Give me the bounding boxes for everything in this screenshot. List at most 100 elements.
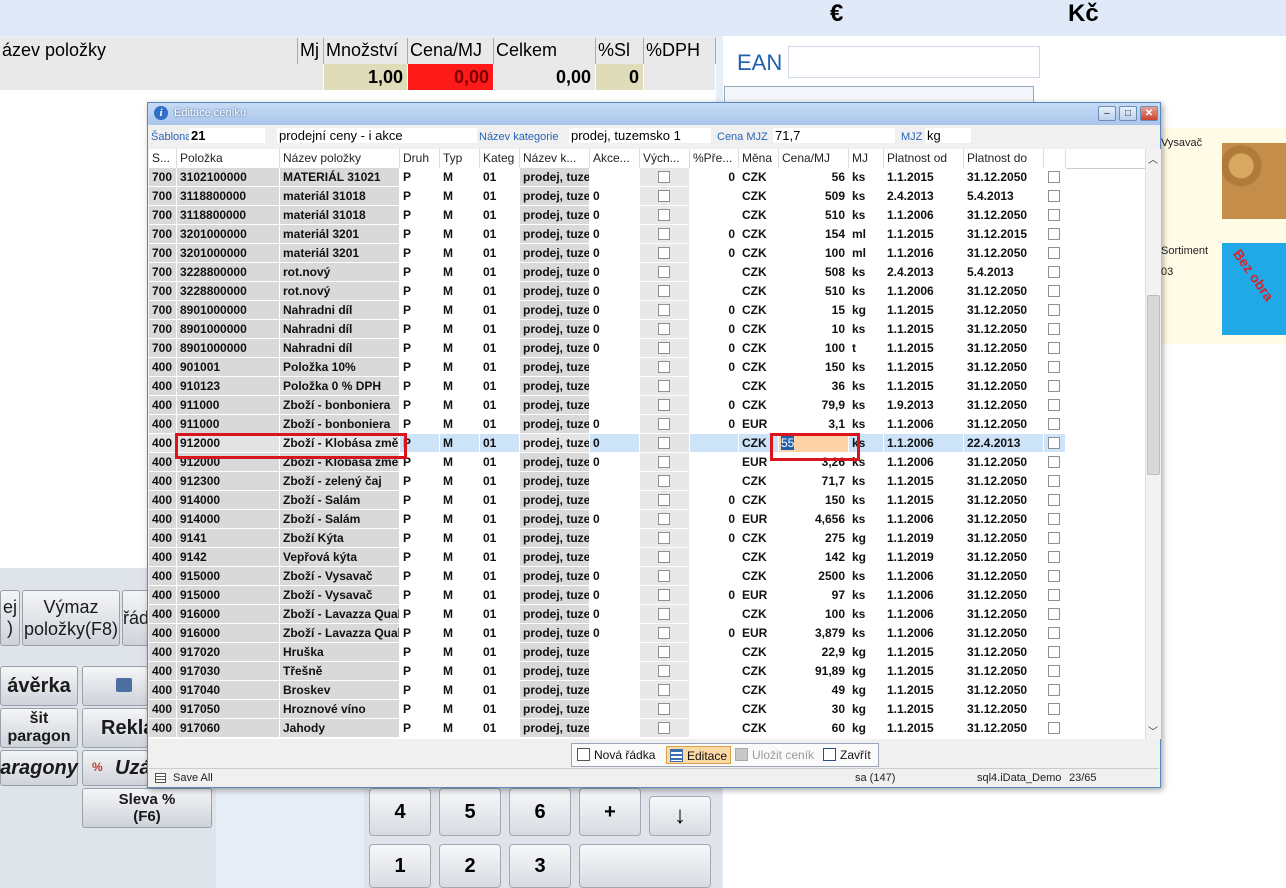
col-platnost-od-cell[interactable]: 1.1.2015	[884, 472, 964, 491]
table-row[interactable]: 400 916000 Zboží - Lavazza Qual P M 01 prodej,…	[149, 605, 1145, 624]
col-prepocet-cell[interactable]	[690, 453, 739, 472]
col-mj-cell[interactable]: kg	[849, 719, 884, 738]
col-akce-cell[interactable]: 0	[590, 567, 640, 586]
col-nazev-polozky-cell[interactable]: Zboží - Vysavač	[280, 567, 400, 586]
col-prepocet-cell[interactable]: 0	[690, 396, 739, 415]
col-nazev-polozky-cell[interactable]: materiál 3201	[280, 244, 400, 263]
col-nazev-polozky-cell[interactable]: Zboží Kýta	[280, 529, 400, 548]
col-platnost-od-cell[interactable]: 1.1.2016	[884, 244, 964, 263]
checkbox[interactable]	[658, 190, 670, 202]
col-s-cell[interactable]: 700	[149, 168, 177, 187]
col-platnost-od-cell[interactable]: 2.4.2013	[884, 187, 964, 206]
col-nazev-kategorie-cell[interactable]: prodej, tuze	[520, 282, 590, 301]
col-s-cell[interactable]: 700	[149, 282, 177, 301]
col-mj-cell[interactable]: ks	[849, 491, 884, 510]
col-kateg-cell[interactable]: 01	[480, 605, 520, 624]
col-polozka-cell[interactable]: 911000	[177, 396, 280, 415]
col-nazev-polozky-cell[interactable]: Broskev	[280, 681, 400, 700]
col-mj-cell[interactable]: t	[849, 339, 884, 358]
key-enter[interactable]	[579, 844, 711, 888]
col-nazev-kategorie-cell[interactable]: prodej, tuze	[520, 700, 590, 719]
checkbox[interactable]	[658, 437, 670, 449]
col-druh-cell[interactable]: P	[400, 529, 440, 548]
vertical-scrollbar[interactable]: ︿ ﹀	[1145, 149, 1161, 739]
col-typ-cell[interactable]: M	[440, 377, 480, 396]
col-s-cell[interactable]: 700	[149, 225, 177, 244]
col-mj-cell[interactable]: kg	[849, 700, 884, 719]
col-nazev-kategorie-cell[interactable]: prodej, tuze	[520, 662, 590, 681]
col-platnost-do-cell[interactable]: 5.4.2013	[964, 263, 1044, 282]
col-nazev-kategorie-cell[interactable]: prodej, tuze	[520, 244, 590, 263]
open-receipt-button[interactable]: šit paragon	[0, 708, 78, 748]
col-mena-cell[interactable]: CZK	[739, 491, 779, 510]
col-platnost-do-cell[interactable]: 31.12.2050	[964, 643, 1044, 662]
col-vychozi-cell[interactable]	[640, 472, 690, 491]
col-s-cell[interactable]: 400	[149, 719, 177, 738]
col-prepocet-cell[interactable]: 0	[690, 510, 739, 529]
col-mena-cell[interactable]: CZK	[739, 282, 779, 301]
col-nazev-kategorie-cell[interactable]: prodej, tuze	[520, 491, 590, 510]
col-cena-cell[interactable]: 100	[779, 339, 849, 358]
col-cena-cell[interactable]: 30	[779, 700, 849, 719]
checkbox[interactable]	[658, 304, 670, 316]
col-mena-cell[interactable]: CZK	[739, 681, 779, 700]
col-prepocet-cell[interactable]	[690, 605, 739, 624]
col-cena-cell[interactable]: 508	[779, 263, 849, 282]
col-druh-cell[interactable]: P	[400, 567, 440, 586]
col-cena-cell[interactable]: 71,7	[779, 472, 849, 491]
col-nazev-polozky-cell[interactable]: Zboží - zelený čaj	[280, 472, 400, 491]
col-platnost-od-cell[interactable]: 1.1.2015	[884, 301, 964, 320]
col-prepocet-cell[interactable]: 0	[690, 339, 739, 358]
col-akce-cell[interactable]: 0	[590, 339, 640, 358]
col-prepocet-cell[interactable]	[690, 643, 739, 662]
col-vychozi-cell[interactable]	[640, 662, 690, 681]
col-kateg-cell[interactable]: 01	[480, 643, 520, 662]
close-dialog-button[interactable]: Zavřít	[820, 746, 874, 764]
col-mj-cell[interactable]: ks	[849, 586, 884, 605]
col-flag-cell[interactable]	[1044, 282, 1066, 301]
col-flag-cell[interactable]	[1044, 643, 1066, 662]
col-prepocet-cell[interactable]	[690, 377, 739, 396]
col-flag-cell[interactable]	[1044, 605, 1066, 624]
checkbox[interactable]	[658, 475, 670, 487]
col-platnost-do-cell[interactable]: 31.12.2050	[964, 605, 1044, 624]
col-vychozi-cell[interactable]	[640, 263, 690, 282]
col-druh-cell[interactable]: P	[400, 643, 440, 662]
col-mena-cell[interactable]: CZK	[739, 206, 779, 225]
col-nazev-kategorie-cell[interactable]: prodej, tuze	[520, 567, 590, 586]
key-5[interactable]: 5	[439, 788, 501, 836]
col-kateg-cell[interactable]: 01	[480, 700, 520, 719]
col-cena-cell[interactable]: 15	[779, 301, 849, 320]
col-nazev-polozky-cell[interactable]: Nahradni díl	[280, 339, 400, 358]
col-kateg-cell[interactable]: 01	[480, 301, 520, 320]
col-platnost-od-cell[interactable]: 1.1.2006	[884, 453, 964, 472]
col-nazev-polozky-cell[interactable]: materiál 3201	[280, 225, 400, 244]
col-nazev-polozky-cell[interactable]: Zboží - bonboniera	[280, 396, 400, 415]
table-row[interactable]: 400 911000 Zboží - bonboniera P M 01 prodej, t…	[149, 415, 1145, 434]
col-vychozi-cell[interactable]	[640, 396, 690, 415]
col-s-cell[interactable]: 400	[149, 643, 177, 662]
col-mena-cell[interactable]: CZK	[739, 605, 779, 624]
col-prepocet-cell[interactable]: 0	[690, 358, 739, 377]
header-col-akce[interactable]: Akce...	[590, 149, 640, 168]
col-druh-cell[interactable]: P	[400, 225, 440, 244]
checkbox[interactable]	[1048, 570, 1060, 582]
col-druh-cell[interactable]: P	[400, 301, 440, 320]
table-row[interactable]: 400 914000 Zboží - Salám P M 01 prodej, tuze 0 C…	[149, 491, 1145, 510]
col-nazev-kategorie-cell[interactable]: prodej, tuze	[520, 643, 590, 662]
col-druh-cell[interactable]: P	[400, 263, 440, 282]
col-prepocet-cell[interactable]	[690, 662, 739, 681]
header-col-mena[interactable]: Měna	[739, 149, 779, 168]
header-col-prepocet[interactable]: %Pře...	[690, 149, 739, 168]
col-druh-cell[interactable]: P	[400, 244, 440, 263]
col-kateg-cell[interactable]: 01	[480, 472, 520, 491]
checkbox[interactable]	[1048, 665, 1060, 677]
col-platnost-od-cell[interactable]: 1.1.2006	[884, 415, 964, 434]
col-akce-cell[interactable]	[590, 700, 640, 719]
checkbox[interactable]	[1048, 703, 1060, 715]
key-plus[interactable]: +	[579, 788, 641, 836]
col-platnost-do-cell[interactable]: 31.12.2050	[964, 586, 1044, 605]
checkbox[interactable]	[1048, 437, 1060, 449]
col-nazev-kategorie-cell[interactable]: prodej, tuze	[520, 377, 590, 396]
col-prepocet-cell[interactable]: 0	[690, 225, 739, 244]
